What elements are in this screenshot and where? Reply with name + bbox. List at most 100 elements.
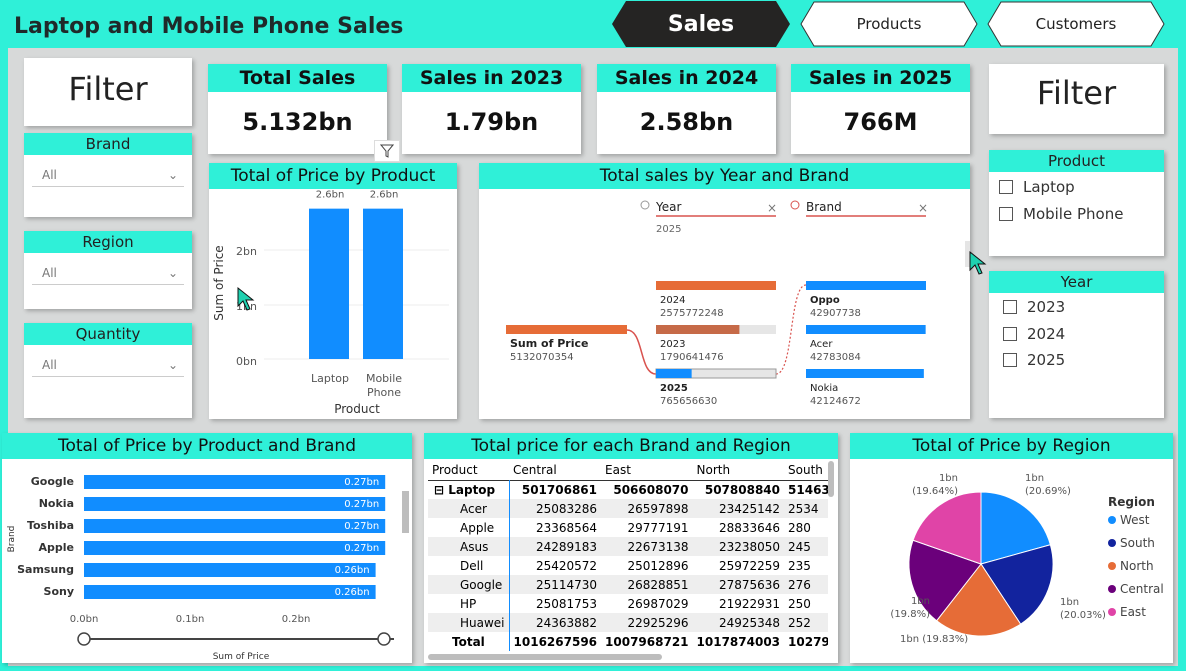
decomposition-tree[interactable]: Year × 2025 Brand × Sum of Price 5132070… xyxy=(479,189,970,419)
matrix-visual[interactable]: Total price for each Brand and Region Pr… xyxy=(424,433,838,663)
matrix-row[interactable]: Asus 24289183 22673138 23238050 245 xyxy=(428,537,828,556)
node-label: Oppo xyxy=(810,295,840,306)
column-header-south[interactable]: South xyxy=(784,461,828,480)
price-by-region-visual[interactable]: Total of Price by Region Region 1bn (20.6… xyxy=(850,433,1173,663)
pie-chart[interactable]: Region 1bn (20.69%) West 1bn (20.03%) South 1b… xyxy=(850,459,1173,663)
year-node[interactable]: 2025 765656630 xyxy=(655,368,777,407)
visual-title: Total of Price by Product xyxy=(209,163,457,189)
cursor-icon xyxy=(969,250,987,275)
decomposition-tree-visual[interactable]: Total sales by Year and Brand Year × 202… xyxy=(479,163,970,419)
level-selected-value: 2025 xyxy=(656,224,681,235)
brand-slicer[interactable]: Brand All ⌄ xyxy=(24,133,192,217)
kpi-sales-2025: Sales in 2025 766M xyxy=(791,64,970,154)
brand-slicer-header: Brand xyxy=(24,133,192,155)
close-icon[interactable]: × xyxy=(767,201,777,215)
column-header-east[interactable]: East xyxy=(601,461,693,480)
column-header-north[interactable]: North xyxy=(693,461,785,480)
price-by-product-brand-visual[interactable]: Total of Price by Product and Brand Bran… xyxy=(2,433,412,663)
scrollbar[interactable] xyxy=(402,491,409,533)
zoom-slider-handle-end[interactable] xyxy=(377,632,391,646)
root-node[interactable]: Sum of Price 5132070354 xyxy=(506,325,627,363)
bar[interactable] xyxy=(84,497,386,511)
y-tick-label: Apple xyxy=(39,541,75,554)
matrix-cell: 24289183 xyxy=(508,537,602,556)
bar[interactable] xyxy=(84,475,386,489)
row-header: Dell xyxy=(460,558,484,573)
bar-chart[interactable]: Brand 0.0bn 0.1bn 0.2bn Sum of Price Goo… xyxy=(2,459,412,663)
brand-nodes: Oppo 42907738 Acer 42783084 Nokia 42124672 xyxy=(806,281,926,407)
checkbox-icon[interactable] xyxy=(1003,300,1017,314)
legend-marker xyxy=(1108,562,1116,570)
checkbox-laptop[interactable]: Laptop xyxy=(999,178,1075,196)
bar[interactable] xyxy=(84,585,376,599)
matrix-row[interactable]: Google 25114730 26828851 27875636 276 xyxy=(428,575,828,594)
checkbox-icon[interactable] xyxy=(999,180,1013,194)
tab-sales[interactable]: Sales xyxy=(612,1,790,47)
year-slicer[interactable]: Year 2023 2024 2025 xyxy=(989,271,1164,418)
column-header-central[interactable]: Central xyxy=(509,461,601,480)
y-axis-title: Sum of Price xyxy=(212,245,226,320)
checkbox-2024[interactable]: 2024 xyxy=(1003,325,1065,343)
zoom-slider-handle-start[interactable] xyxy=(77,632,91,646)
matrix-row[interactable]: Dell 25420572 25012896 25972259 235 xyxy=(428,556,828,575)
checkbox-icon[interactable] xyxy=(999,207,1013,221)
matrix-total-row[interactable]: Total 1016267596 1007968721 1017874003 10279 xyxy=(428,632,828,651)
product-slicer[interactable]: Product Laptop Mobile Phone xyxy=(989,150,1164,256)
checkbox-icon[interactable] xyxy=(1003,327,1017,341)
matrix-cell: 250 xyxy=(788,596,811,611)
matrix-row[interactable]: Acer 25083286 26597898 23425142 2534 xyxy=(428,499,828,518)
bar[interactable] xyxy=(84,563,376,577)
data-label: 1bn (19.83%) xyxy=(900,634,968,645)
matrix-row[interactable]: Huawei 24363882 22925296 24925348 252 xyxy=(428,613,828,632)
column-bar[interactable] xyxy=(309,208,349,359)
close-icon[interactable]: × xyxy=(918,201,928,215)
brand-dropdown[interactable]: All ⌄ xyxy=(32,163,184,187)
checkbox-icon[interactable] xyxy=(1003,353,1017,367)
report-title: Laptop and Mobile Phone Sales xyxy=(14,14,404,39)
region-slicer[interactable]: Region All ⌄ xyxy=(24,231,192,309)
row-header: Google xyxy=(460,577,503,592)
row-header: Total xyxy=(452,634,485,649)
tree-connector xyxy=(775,284,807,375)
kpi-label: Sales in 2025 xyxy=(791,64,970,92)
checkbox-2025[interactable]: 2025 xyxy=(1003,351,1065,369)
data-label: 0.27bn xyxy=(344,477,379,488)
year-node[interactable]: 2023 1790641476 xyxy=(656,325,776,363)
legend-item[interactable]: West xyxy=(1120,513,1150,527)
bar[interactable] xyxy=(84,519,386,533)
column-bar[interactable] xyxy=(363,208,403,359)
matrix-table[interactable]: Product Central East North South ⊟ Lapto… xyxy=(428,461,828,651)
bar[interactable] xyxy=(84,541,386,555)
checkbox-2023[interactable]: 2023 xyxy=(1003,298,1065,316)
column-header-product[interactable]: Product xyxy=(428,461,509,480)
vertical-scrollbar[interactable] xyxy=(828,461,834,497)
matrix-cell: 25081753 xyxy=(508,594,602,613)
year-level-header[interactable]: Year × 2025 xyxy=(640,200,777,235)
legend-marker xyxy=(1108,516,1116,524)
horizontal-scrollbar[interactable] xyxy=(428,654,662,660)
legend-item[interactable]: South xyxy=(1120,536,1155,550)
brand-level-header[interactable]: Brand × xyxy=(790,200,928,217)
node-value: 42783084 xyxy=(810,352,861,363)
matrix-row[interactable]: HP 25081753 26987029 21922931 250 xyxy=(428,594,828,613)
brand-node[interactable]: Oppo 42907738 xyxy=(806,281,926,319)
brand-node[interactable]: Nokia 42124672 xyxy=(806,369,924,407)
matrix-row[interactable]: Apple 23368564 29777191 28833646 280 xyxy=(428,518,828,537)
legend-item[interactable]: Central xyxy=(1120,582,1164,596)
region-dropdown[interactable]: All ⌄ xyxy=(32,261,184,285)
brand-node[interactable]: Acer 42783084 xyxy=(806,325,926,363)
x-axis-title: Product xyxy=(334,402,380,416)
legend-item[interactable]: East xyxy=(1120,605,1146,619)
x-tick-label: Phone xyxy=(367,386,401,399)
level-header-label: Brand xyxy=(806,200,842,214)
legend-item[interactable]: North xyxy=(1120,559,1154,573)
checkbox-mobile-phone[interactable]: Mobile Phone xyxy=(999,205,1123,223)
year-node[interactable]: 2024 2575772248 xyxy=(656,281,776,319)
tab-products[interactable]: Products xyxy=(800,1,978,47)
quantity-slicer[interactable]: Quantity All ⌄ xyxy=(24,323,192,418)
quantity-dropdown[interactable]: All ⌄ xyxy=(32,353,184,377)
product-slicer-header: Product xyxy=(989,150,1164,172)
matrix-group-row[interactable]: ⊟ Laptop 501706861 506608070 507808840 51463 xyxy=(428,480,828,499)
filter-icon[interactable] xyxy=(374,140,400,162)
tab-customers[interactable]: Customers xyxy=(987,1,1165,47)
